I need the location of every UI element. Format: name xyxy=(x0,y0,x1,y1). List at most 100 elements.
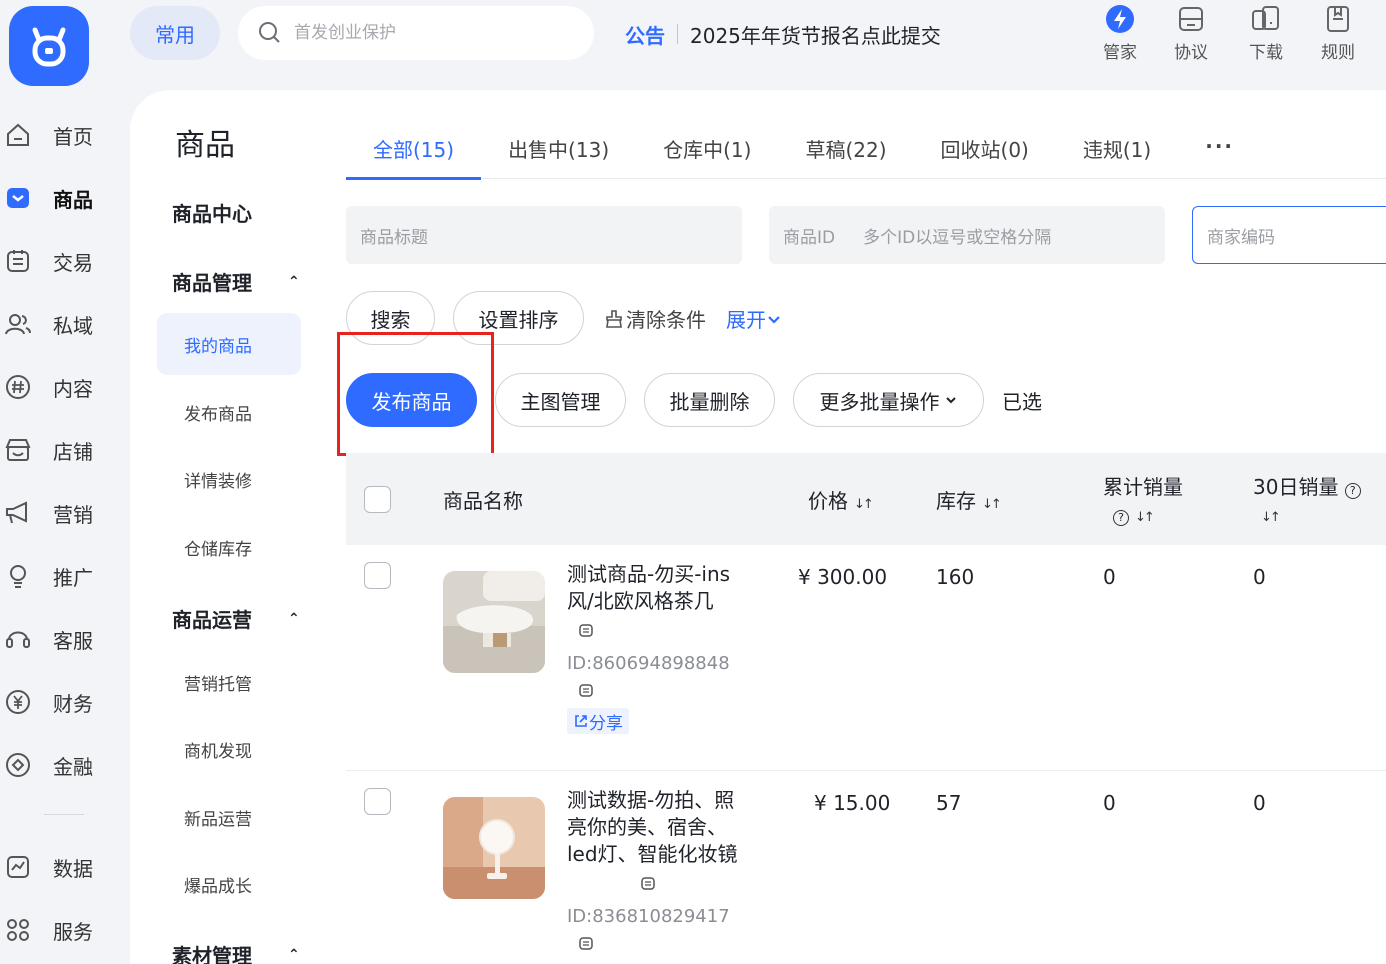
product-stock: 57 xyxy=(936,791,962,815)
merchant-code-field[interactable]: 商家编码 xyxy=(1192,206,1386,264)
clear-conditions-button[interactable]: 清除条件 xyxy=(604,304,706,333)
subnav-item-my-goods[interactable]: 我的商品 xyxy=(157,313,301,375)
subnav-item-hot-product[interactable]: 爆品成长 xyxy=(157,853,301,915)
sidebar-item-services[interactable]: 服务 xyxy=(0,910,130,950)
table-row[interactable]: 测试商品-勿买-ins风/北欧风格茶几 ID:860694898848 分享 ¥… xyxy=(346,545,1386,771)
tab-more[interactable]: ··· xyxy=(1178,132,1261,179)
chevron-down-icon xyxy=(768,315,780,324)
select-all-checkbox[interactable] xyxy=(364,486,391,513)
sidebar-item-label: 客服 xyxy=(53,628,93,653)
megaphone-icon xyxy=(2,497,34,529)
search-icon xyxy=(259,22,280,43)
sidebar-item-private[interactable]: 私域 xyxy=(0,304,130,344)
subnav-item-new-product[interactable]: 新品运营 xyxy=(157,786,301,848)
copy-icon[interactable] xyxy=(578,935,594,951)
help-icon[interactable]: ? xyxy=(1113,509,1129,526)
lightning-icon xyxy=(1105,4,1135,34)
subnav-item-marketing-hosting[interactable]: 营销托管 xyxy=(157,651,301,713)
tab-violation[interactable]: 违规(1) xyxy=(1056,132,1178,179)
search-input[interactable] xyxy=(294,23,564,43)
main-panel: 商品 商品中心 商品管理 ⌃ 我的商品 发布商品 详情装修 仓储库存 商品运营 … xyxy=(130,90,1386,964)
toolbar-label: 管家 xyxy=(1103,43,1137,63)
copy-icon[interactable] xyxy=(578,622,594,638)
sort-icon[interactable]: ↓↑ xyxy=(982,497,1002,512)
tab-warehouse[interactable]: 仓库中(1) xyxy=(636,132,778,179)
row-checkbox[interactable] xyxy=(364,788,391,815)
subnav-item-warehouse[interactable]: 仓储库存 xyxy=(157,516,301,578)
tab-recycle[interactable]: 回收站(0) xyxy=(914,132,1056,179)
product-id: ID:860694898848 xyxy=(567,653,730,674)
product-thumbnail[interactable] xyxy=(443,797,545,899)
product-total-sales: 0 xyxy=(1103,791,1116,815)
copy-icon[interactable] xyxy=(578,682,594,698)
sidebar-item-loan[interactable]: 金融 xyxy=(0,745,130,785)
common-menu-button[interactable]: 常用 xyxy=(130,6,220,60)
goods-icon xyxy=(2,182,34,214)
toolbar-agreement[interactable]: 协议 xyxy=(1161,4,1221,63)
product-id: ID:836810829417 xyxy=(567,906,730,927)
subnav-group-goods-operation[interactable]: 商品运营 ⌃ xyxy=(172,604,302,633)
sidebar-item-label: 私域 xyxy=(53,313,93,338)
divider xyxy=(677,24,678,44)
tab-on-sale[interactable]: 出售中(13) xyxy=(481,132,636,179)
subnav-item-publish-goods[interactable]: 发布商品 xyxy=(157,381,301,443)
product-stock: 160 xyxy=(936,565,975,589)
toolbar-butler[interactable]: 管家 xyxy=(1090,4,1150,63)
global-search[interactable] xyxy=(238,6,594,60)
product-thumbnail[interactable] xyxy=(443,571,545,673)
sidebar-item-finance[interactable]: 财务 xyxy=(0,682,130,722)
section-title: 商品 xyxy=(175,128,235,163)
sidebar-item-label: 金融 xyxy=(53,754,93,779)
sort-icon[interactable]: ↓↑ xyxy=(1261,510,1281,525)
table-row[interactable]: 测试数据-勿拍、照亮你的美、宿舍、led灯、智能化妆镜 ID:836810829… xyxy=(346,771,1386,964)
subnav-goods-center[interactable]: 商品中心 xyxy=(172,198,252,227)
toolbar-label: 规则 xyxy=(1321,43,1355,63)
col-header-label: 库存 xyxy=(936,489,976,513)
help-icon[interactable]: ? xyxy=(1344,482,1361,499)
product-name[interactable]: 测试商品-勿买-ins风/北欧风格茶几 xyxy=(567,561,747,615)
sidebar-item-marketing[interactable]: 营销 xyxy=(0,493,130,533)
row-checkbox[interactable] xyxy=(364,562,391,589)
main-image-manage-button[interactable]: 主图管理 xyxy=(495,373,626,427)
sort-icon[interactable]: ↓↑ xyxy=(1135,510,1155,525)
app-logo[interactable] xyxy=(9,6,89,86)
more-batch-actions-button[interactable]: 更多批量操作 xyxy=(793,373,984,427)
tab-all[interactable]: 全部(15) xyxy=(346,132,482,180)
subnav-group-material[interactable]: 素材管理 ⌃ xyxy=(172,940,302,964)
announcement-bar[interactable]: 公告 2025年年货节报名点此提交 xyxy=(625,20,941,48)
product-30d-sales: 0 xyxy=(1253,565,1266,589)
sidebar-item-home[interactable]: 首页 xyxy=(0,115,130,155)
tab-drafts[interactable]: 草稿(22) xyxy=(778,132,913,179)
sidebar-item-data[interactable]: 数据 xyxy=(0,847,130,887)
store-icon xyxy=(2,434,34,466)
toolbar-download[interactable]: 下载 xyxy=(1236,4,1296,63)
makeup-mirror-image xyxy=(443,797,545,899)
expand-filters-button[interactable]: 展开 xyxy=(726,304,782,333)
col-header-total-sales[interactable]: 累计销量 ? ↓↑ xyxy=(1103,471,1183,526)
copy-icon[interactable] xyxy=(640,875,656,891)
batch-delete-button[interactable]: 批量删除 xyxy=(644,373,775,427)
toolbar-rules[interactable]: 规则 xyxy=(1308,4,1368,63)
sidebar-item-promotion[interactable]: 推广 xyxy=(0,556,130,596)
sidebar-item-trade[interactable]: 交易 xyxy=(0,241,130,281)
announcement-text[interactable]: 2025年年货节报名点此提交 xyxy=(690,20,941,49)
sidebar-item-label: 交易 xyxy=(53,250,93,275)
subnav-group-goods-management[interactable]: 商品管理 ⌃ xyxy=(172,267,302,296)
product-name[interactable]: 测试数据-勿拍、照亮你的美、宿舍、led灯、智能化妆镜 xyxy=(567,787,739,868)
product-price: ¥ 15.00 xyxy=(814,791,891,815)
share-button[interactable]: 分享 xyxy=(567,708,629,734)
sidebar-item-content[interactable]: 内容 xyxy=(0,367,130,407)
sidebar-item-service[interactable]: 客服 xyxy=(0,619,130,659)
subnav-item-detail-decor[interactable]: 详情装修 xyxy=(157,448,301,510)
col-header-label: 30日销量 xyxy=(1253,475,1339,499)
col-header-price[interactable]: 价格 ↓↑ xyxy=(808,485,874,514)
subnav-label: 商品中心 xyxy=(172,202,252,226)
sidebar-item-goods[interactable]: 商品 xyxy=(0,178,130,218)
subnav-item-opportunity[interactable]: 商机发现 xyxy=(157,718,301,780)
sort-icon[interactable]: ↓↑ xyxy=(854,497,874,512)
id-filter-field[interactable]: 商品ID 多个ID以逗号或空格分隔 xyxy=(769,206,1165,264)
col-header-30d-sales[interactable]: 30日销量 ? ↓↑ xyxy=(1253,471,1361,526)
title-filter-field[interactable]: 商品标题 xyxy=(346,206,742,264)
col-header-stock[interactable]: 库存 ↓↑ xyxy=(936,485,1002,514)
sidebar-item-store[interactable]: 店铺 xyxy=(0,430,130,470)
